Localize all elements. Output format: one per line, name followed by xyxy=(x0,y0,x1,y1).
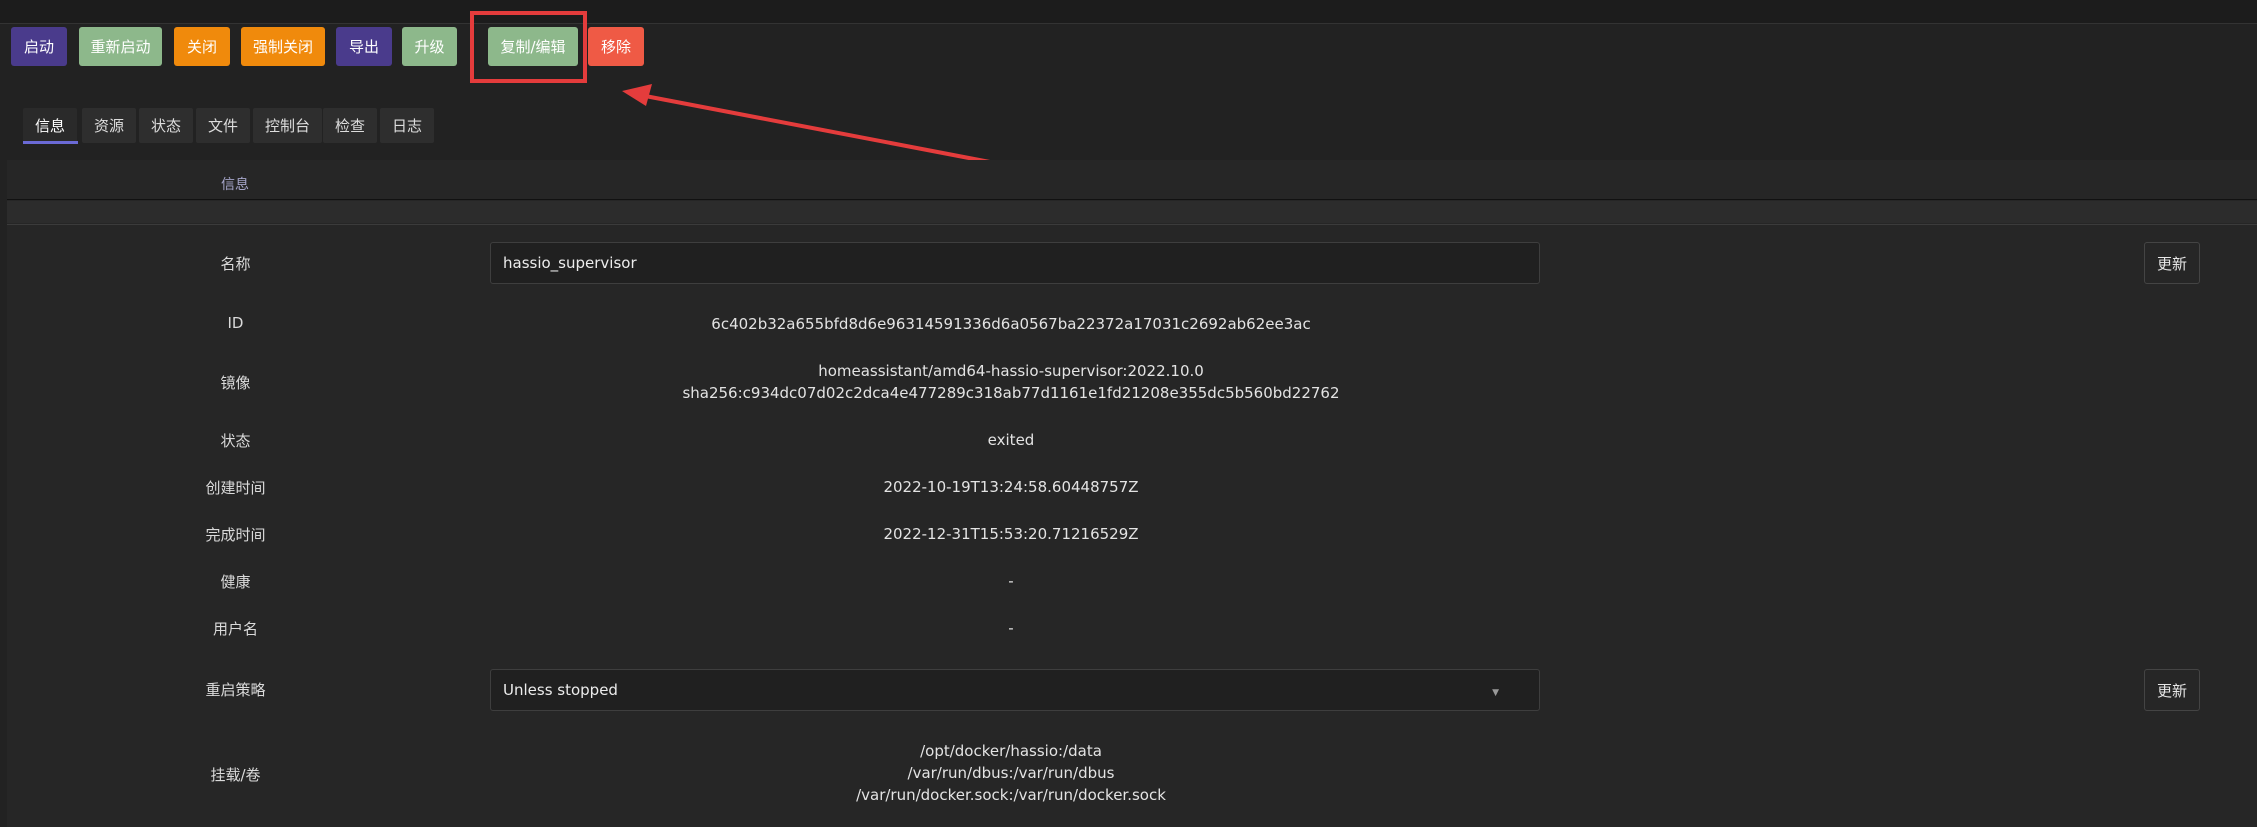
image-value-line2: sha256:c934dc07d02c2dca4e477289c318ab77d… xyxy=(682,384,1340,402)
tab-console[interactable]: 控制台 xyxy=(253,108,323,143)
tab-info[interactable]: 信息 xyxy=(23,108,78,143)
section-divider xyxy=(7,224,2257,225)
top-bar xyxy=(0,0,2257,23)
restart-policy-label: 重启策略 xyxy=(205,681,266,699)
tab-resources[interactable]: 资源 xyxy=(82,108,137,143)
status-label: 状态 xyxy=(220,432,251,450)
stop-button[interactable]: 关闭 xyxy=(174,27,230,66)
restart-policy-select[interactable]: Unless stopped ▼ xyxy=(490,669,1540,711)
tab-inspect[interactable]: 检查 xyxy=(323,108,378,143)
id-value: 6c402b32a655bfd8d6e96314591336d6a0567ba2… xyxy=(711,315,1311,333)
annotation-highlight-box xyxy=(470,11,587,83)
health-value: - xyxy=(1008,572,1014,590)
name-label: 名称 xyxy=(220,255,251,273)
remove-button[interactable]: 移除 xyxy=(588,27,644,66)
upgrade-button[interactable]: 升级 xyxy=(402,27,457,66)
header-band xyxy=(7,201,2257,223)
restart-policy-value: Unless stopped xyxy=(503,681,618,699)
created-value: 2022-10-19T13:24:58.60448757Z xyxy=(883,478,1139,496)
status-value: exited xyxy=(987,431,1035,449)
mount-item: /var/run/docker.sock:/var/run/docker.soc… xyxy=(856,786,1166,804)
panel-header: 信息 xyxy=(221,177,249,193)
mount-item: /var/run/dbus:/var/run/dbus xyxy=(907,764,1115,782)
created-label: 创建时间 xyxy=(205,479,266,497)
start-button[interactable]: 启动 xyxy=(11,27,67,66)
export-button[interactable]: 导出 xyxy=(336,27,392,66)
force-stop-button[interactable]: 强制关闭 xyxy=(241,27,325,66)
active-tab-indicator xyxy=(23,141,78,144)
update-name-button[interactable]: 更新 xyxy=(2144,242,2200,284)
chevron-down-icon: ▼ xyxy=(1492,688,1499,698)
header-divider xyxy=(7,199,2257,200)
finished-value: 2022-12-31T15:53:20.71216529Z xyxy=(883,525,1139,543)
image-label: 镜像 xyxy=(220,374,251,392)
top-divider xyxy=(0,23,2257,24)
tab-files[interactable]: 文件 xyxy=(196,108,251,143)
id-label: ID xyxy=(227,314,244,332)
restart-button[interactable]: 重新启动 xyxy=(79,27,162,66)
name-input[interactable]: hassio_supervisor xyxy=(490,242,1540,284)
finished-label: 完成时间 xyxy=(205,526,266,544)
update-restart-policy-button[interactable]: 更新 xyxy=(2144,669,2200,711)
mounts-label: 挂载/卷 xyxy=(210,766,261,784)
health-label: 健康 xyxy=(220,573,251,591)
username-value: - xyxy=(1008,619,1014,637)
tab-status[interactable]: 状态 xyxy=(139,108,194,143)
tab-logs[interactable]: 日志 xyxy=(380,108,435,143)
image-value-line1: homeassistant/amd64-hassio-supervisor:20… xyxy=(818,362,1204,380)
mount-item: /opt/docker/hassio:/data xyxy=(920,742,1102,760)
username-label: 用户名 xyxy=(212,620,258,638)
